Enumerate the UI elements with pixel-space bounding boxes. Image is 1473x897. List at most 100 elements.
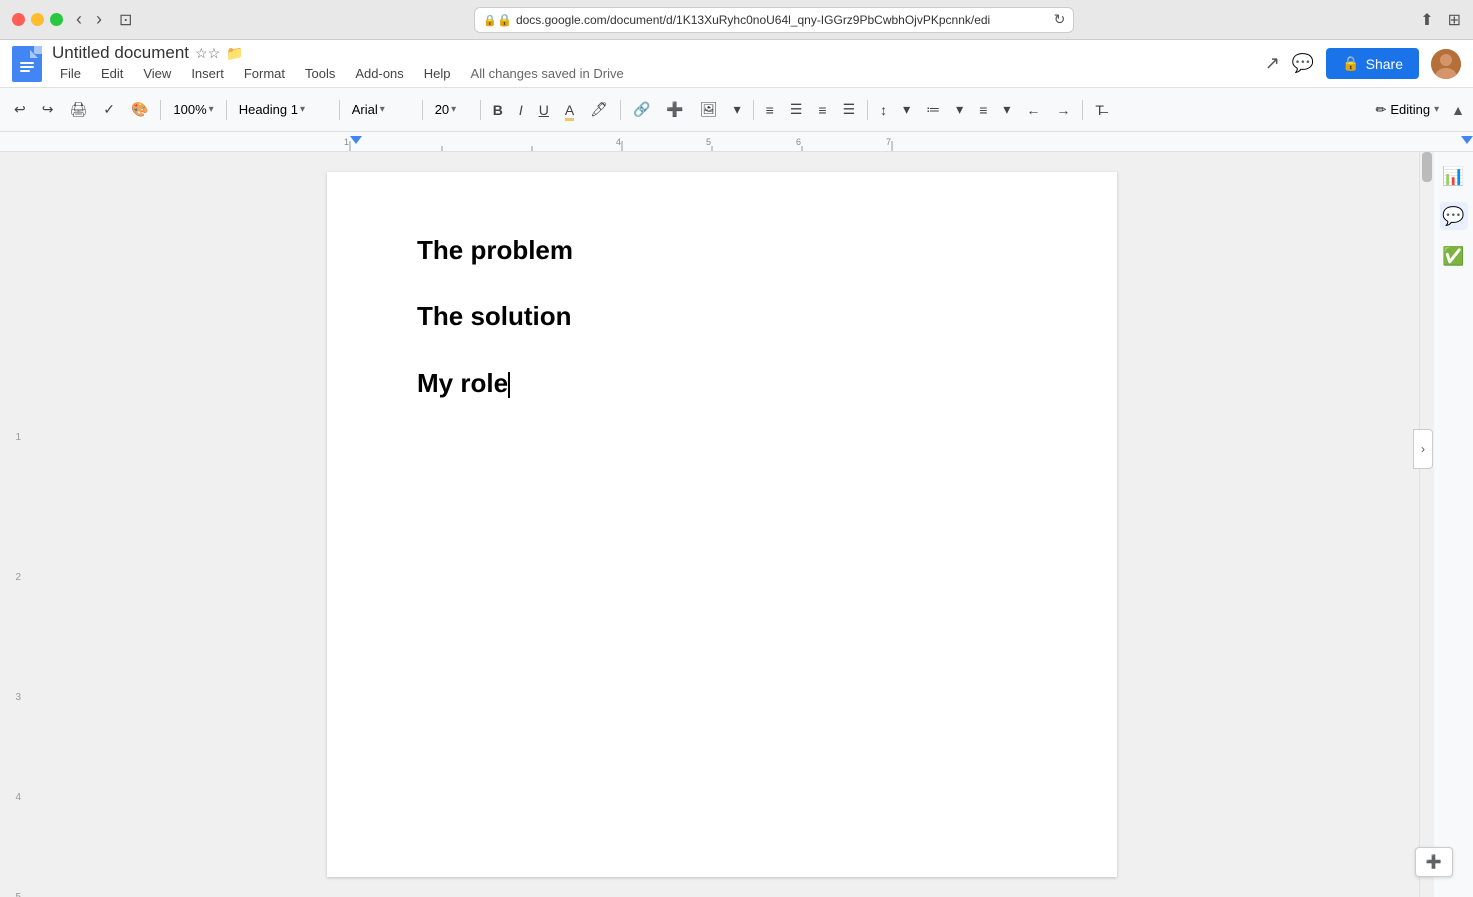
menu-insert[interactable]: Insert [183, 63, 232, 84]
app-header: Untitled document ☆ 📁 File Edit View Ins… [0, 40, 1473, 88]
expand-chevron-icon: › [1421, 442, 1425, 456]
clear-format-button[interactable]: T̶ [1089, 97, 1110, 123]
minimize-button[interactable] [31, 13, 44, 26]
page[interactable]: The problem The solution My role [327, 172, 1117, 877]
docs-logo [12, 46, 42, 82]
star-icon[interactable]: ☆ [195, 45, 220, 62]
maximize-button[interactable] [50, 13, 63, 26]
address-bar[interactable]: 🔒 docs.google.com/document/d/1K13XuRyhc0… [474, 7, 1074, 33]
reload-button[interactable]: ↻ [1054, 11, 1066, 28]
highlight-button[interactable]: 🖊 [584, 96, 614, 123]
align-left-button[interactable]: ≡ [760, 97, 780, 123]
avatar[interactable] [1431, 49, 1461, 79]
numbered-list-button[interactable]: ≔ [920, 96, 946, 123]
scrollbar-area[interactable] [1419, 152, 1433, 897]
line-number-2: 2 [15, 572, 21, 583]
divider-9 [1082, 100, 1083, 120]
share-screen-button[interactable]: ⬆ [1420, 10, 1433, 30]
doc-title-row: Untitled document ☆ 📁 [52, 43, 624, 63]
tasks-icon[interactable]: ✅ [1440, 242, 1468, 270]
divider-3 [339, 100, 340, 120]
link-button[interactable]: 🔗 [627, 96, 656, 123]
editing-dropdown[interactable]: ✏ Editing ▾ [1367, 98, 1447, 122]
word-count-icon[interactable]: 📊 [1440, 162, 1468, 190]
image-button[interactable]: 🖼 [694, 96, 724, 123]
spellcheck-button[interactable]: ✓ [97, 96, 121, 123]
heading-1-solution[interactable]: The solution [417, 301, 572, 331]
italic-button[interactable]: I [513, 97, 529, 123]
line-spacing-caret[interactable]: ▾ [897, 96, 916, 123]
title-bar: ‹ › ⊡ 🔒 docs.google.com/document/d/1K13X… [0, 0, 1473, 40]
sidebar-toggle-button[interactable]: ⊡ [119, 10, 132, 30]
align-right-button[interactable]: ≡ [812, 97, 832, 123]
heading-problem: The problem [417, 232, 1027, 268]
insert-button[interactable]: ➕ [660, 96, 689, 123]
menu-addons[interactable]: Add-ons [347, 63, 411, 84]
ruler: 1 4 5 6 7 [0, 132, 1473, 152]
heading-solution: The solution [417, 298, 1027, 334]
style-value: Heading 1 [239, 102, 298, 117]
nav-buttons: ‹ › [71, 7, 107, 32]
bottom-toolbar[interactable]: ➕ [1415, 847, 1453, 877]
share-button[interactable]: 🔒 Share [1326, 48, 1419, 79]
forward-button[interactable]: › [91, 7, 107, 32]
comments-glyph: 💬 [1442, 206, 1464, 227]
menu-view[interactable]: View [135, 63, 179, 84]
redo-button[interactable]: ↪ [36, 96, 60, 123]
close-button[interactable] [12, 13, 25, 26]
font-selector[interactable]: Arial ▾ [346, 98, 416, 121]
bullet-list-caret[interactable]: ▾ [997, 96, 1016, 123]
side-expand-button[interactable]: › [1413, 429, 1433, 469]
trend-icon[interactable]: ↗ [1265, 53, 1280, 74]
heading-1-role[interactable]: My role [417, 368, 510, 398]
line-spacing-button[interactable]: ↕ [874, 97, 893, 123]
heading-role: My role [417, 365, 1027, 401]
chat-icon[interactable]: 💬 [1292, 53, 1314, 74]
back-button[interactable]: ‹ [71, 7, 87, 32]
underline-button[interactable]: U [533, 97, 555, 123]
bold-button[interactable]: B [487, 97, 509, 123]
menu-edit[interactable]: Edit [93, 63, 131, 84]
menu-tools[interactable]: Tools [297, 63, 343, 84]
menu-file[interactable]: File [52, 63, 89, 84]
font-caret: ▾ [380, 104, 385, 115]
bullet-list-button[interactable]: ≡ [973, 97, 993, 123]
print-button[interactable]: 🖨 [63, 96, 93, 123]
image-caret[interactable]: ▾ [728, 96, 747, 123]
undo-button[interactable]: ↩ [8, 96, 32, 123]
fullscreen-button[interactable]: ⊞ [1448, 10, 1461, 30]
collapse-toolbar-button[interactable]: ▲ [1451, 102, 1465, 118]
editing-mode-label: Editing [1390, 102, 1430, 117]
text-cursor [508, 372, 510, 398]
menu-help[interactable]: Help [416, 63, 459, 84]
size-selector[interactable]: 20 ▾ [429, 98, 474, 121]
indent-less-button[interactable]: ← [1020, 97, 1046, 123]
menu-format[interactable]: Format [236, 63, 293, 84]
editing-caret: ▾ [1434, 104, 1439, 115]
text-color-button[interactable]: A [559, 97, 580, 123]
comments-icon[interactable]: 💬 [1440, 202, 1468, 230]
heading-1-problem[interactable]: The problem [417, 235, 573, 265]
divider-2 [226, 100, 227, 120]
right-sidebar: 📊 💬 ✅ [1433, 152, 1473, 897]
zoom-caret: ▾ [209, 104, 214, 115]
align-center-button[interactable]: ☰ [784, 96, 809, 123]
doc-title-text[interactable]: Untitled document [52, 43, 189, 63]
header-right: ↗ 💬 🔒 Share [1265, 48, 1461, 79]
zoom-selector[interactable]: 100% ▾ [167, 98, 219, 121]
indent-more-button[interactable]: → [1050, 97, 1076, 123]
line-number-5: 5 [15, 892, 21, 897]
traffic-lights [12, 13, 63, 26]
doc-area[interactable]: The problem The solution My role [25, 152, 1419, 897]
style-selector[interactable]: Heading 1 ▾ [233, 98, 333, 121]
lock-icon: 🔒 [483, 13, 512, 27]
numbered-list-caret[interactable]: ▾ [950, 96, 969, 123]
justify-button[interactable]: ☰ [837, 96, 862, 123]
zoom-value: 100% [173, 102, 206, 117]
paint-format-button[interactable]: 🎨 [125, 96, 154, 123]
folder-icon[interactable]: 📁 [226, 45, 243, 62]
left-margin: 1 2 3 4 5 [0, 152, 25, 897]
save-status: All changes saved in Drive [471, 66, 624, 81]
divider-6 [620, 100, 621, 120]
url-text: docs.google.com/document/d/1K13XuRyhc0no… [516, 13, 1050, 27]
